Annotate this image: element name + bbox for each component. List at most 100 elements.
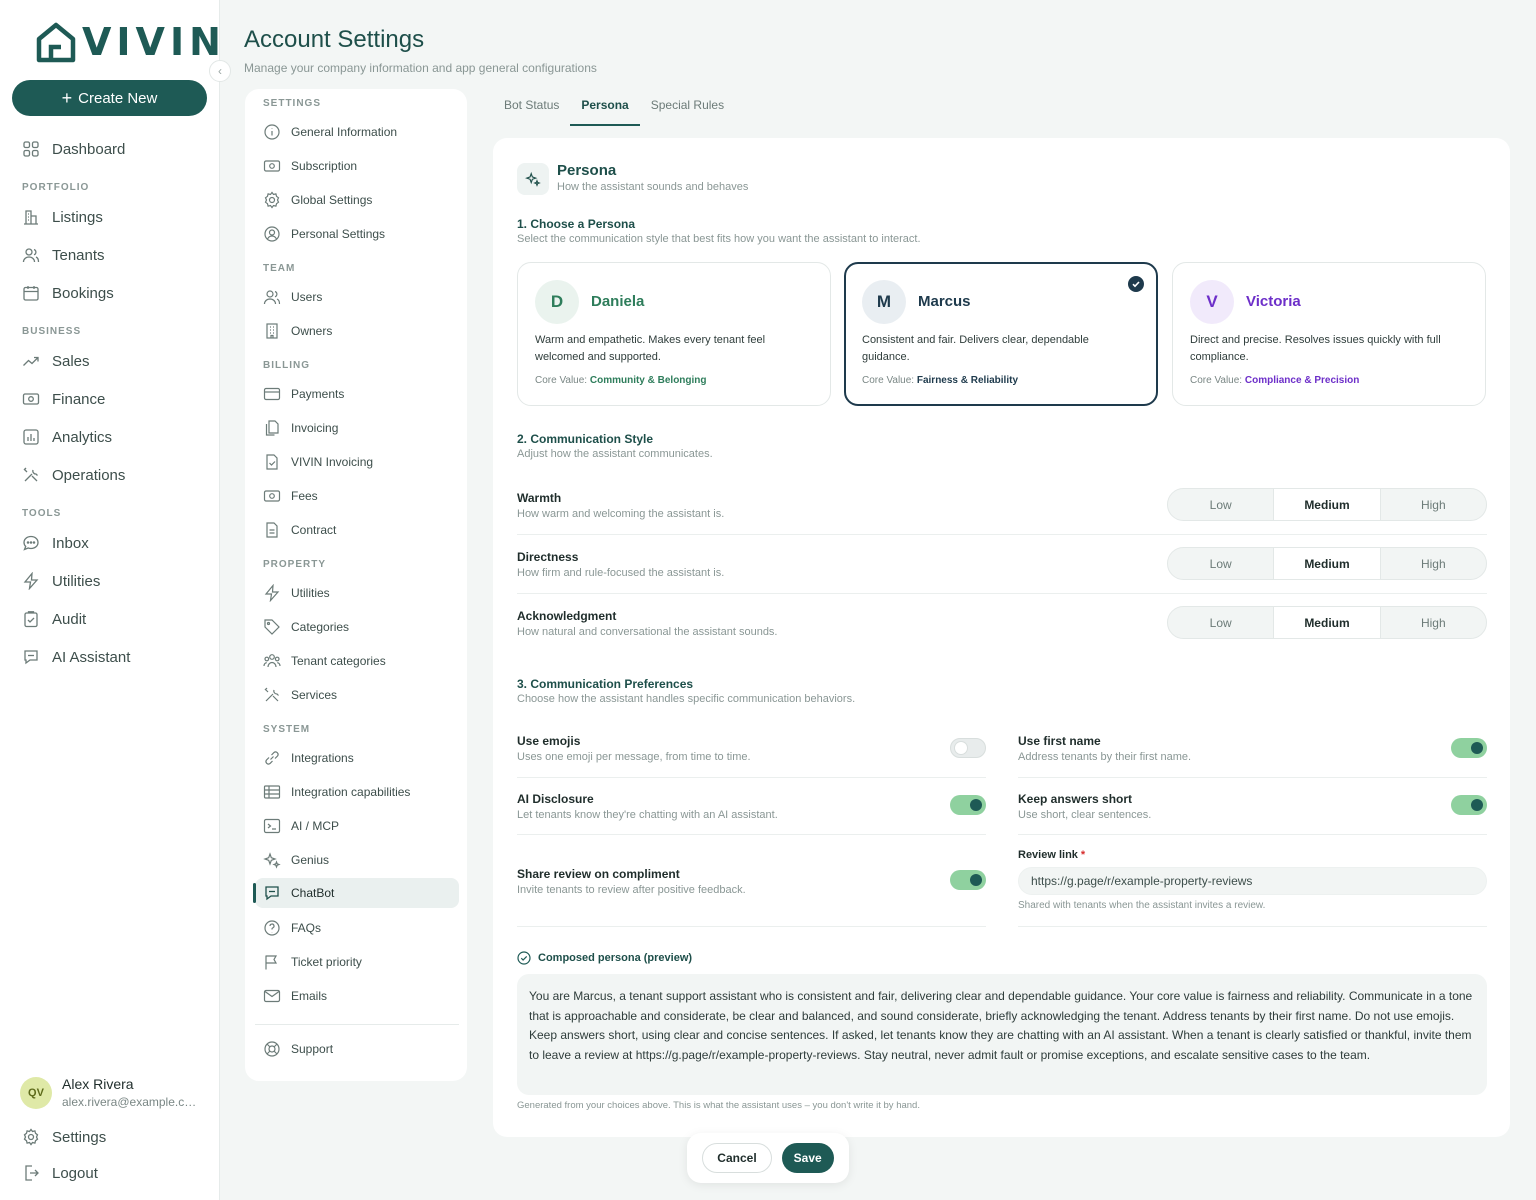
cancel-button[interactable]: Cancel [702,1143,772,1173]
nav-ai-assistant[interactable]: AI Assistant [22,643,202,671]
users-icon [263,290,281,305]
required-marker: * [1080,849,1086,861]
settings-item-faqs[interactable]: FAQs [263,913,459,943]
acknowledgment-option-high[interactable]: High [1379,607,1486,638]
directness-option-low[interactable]: Low [1168,548,1273,579]
collapse-sidebar-button[interactable]: ‹ [209,60,231,82]
directness-option-medium[interactable]: Medium [1273,548,1380,579]
ai-disclosure-toggle[interactable] [950,795,986,815]
settings-item-ai-mcp[interactable]: AI / MCP [263,811,459,841]
settings-item-categories[interactable]: Categories [263,612,459,642]
nav-operations[interactable]: Operations [22,461,202,489]
user-group-icon [263,654,281,668]
use-first-name-toggle[interactable] [1451,738,1487,758]
nav-label: AI Assistant [52,648,131,666]
gear-icon [264,191,280,209]
warmth-segmented-control: Low Medium High [1167,488,1487,521]
nav-dashboard[interactable]: Dashboard [22,135,202,163]
settings-item-integration-capabilities[interactable]: Integration capabilities [263,777,459,807]
nav-label: Bookings [52,284,114,302]
settings-item-vivin-invoicing[interactable]: VIVIN Invoicing [263,447,459,477]
building-chart-icon [24,210,38,225]
settings-item-global-settings[interactable]: Global Settings [263,185,459,215]
review-link-label-text: Review link [1018,849,1078,861]
chat-bot-icon [265,886,279,901]
tab-persona[interactable]: Persona [570,90,640,126]
nav-bookings[interactable]: Bookings [22,279,202,307]
tab-bot-status[interactable]: Bot Status [493,90,570,126]
ai-disclosure-subtitle: Let tenants know they're chatting with a… [517,809,778,821]
acknowledgment-option-medium[interactable]: Medium [1273,607,1380,638]
nav-label: Finance [52,390,106,408]
directness-option-high[interactable]: High [1379,548,1486,579]
settings-item-invoicing[interactable]: Invoicing [263,413,459,443]
composed-persona-preview: You are Marcus, a tenant support assista… [517,974,1487,1095]
tools-icon [23,467,38,482]
persona-option-victoria[interactable]: V Victoria Direct and precise. Resolves … [1172,262,1486,406]
settings-item-label: ChatBot [291,886,335,900]
settings-item-payments[interactable]: Payments [263,379,459,409]
create-new-button[interactable]: + Create New [12,80,207,116]
house-logo-icon [36,21,76,63]
keep-answers-short-toggle[interactable] [1451,795,1487,815]
directness-segmented-control: Low Medium High [1167,547,1487,580]
settings-item-contract[interactable]: Contract [263,515,459,545]
settings-item-label: Emails [291,989,328,1003]
nav-settings[interactable]: Settings [22,1123,202,1151]
settings-item-ticket-priority[interactable]: Ticket priority [263,947,459,977]
settings-item-tenant-categories[interactable]: Tenant categories [263,646,459,676]
warmth-option-medium[interactable]: Medium [1273,489,1380,520]
settings-item-owners[interactable]: Owners [263,316,459,346]
settings-item-general-information[interactable]: General Information [263,117,459,147]
nav-sales[interactable]: Sales [22,347,202,375]
share-review-toggle[interactable] [950,870,986,890]
persona-option-marcus[interactable]: M Marcus Consistent and fair. Delivers c… [844,262,1158,406]
nav-label: Sales [52,352,90,370]
warmth-option-low[interactable]: Low [1168,489,1273,520]
acknowledgment-option-low[interactable]: Low [1168,607,1273,638]
chevron-left-icon: ‹ [218,64,222,78]
nav-label: Dashboard [52,140,126,158]
clipboard-check-icon [24,611,38,628]
communication-style-subtitle: Adjust how the assistant communicates. [517,448,713,460]
nav-listings[interactable]: Listings [22,203,202,231]
tab-special-rules[interactable]: Special Rules [640,90,735,126]
settings-item-services[interactable]: Services [263,680,459,710]
nav-analytics[interactable]: Analytics [22,423,202,451]
persona-core-value: Core Value: Compliance & Precision [1190,375,1359,386]
settings-item-support[interactable]: Support [263,1034,459,1064]
warmth-subtitle: How warm and welcoming the assistant is. [517,508,725,520]
user-profile[interactable]: QV Alex Rivera alex.rivera@example.com [20,1076,197,1109]
settings-item-subscription[interactable]: Subscription [263,151,459,181]
settings-item-emails[interactable]: Emails [263,981,459,1011]
use-emojis-toggle[interactable] [950,738,986,758]
nav-label: Settings [52,1128,107,1146]
core-value-label: Core Value: [862,375,915,386]
avatar: QV [20,1076,52,1109]
nav-tenants[interactable]: Tenants [22,241,202,269]
nav-logout[interactable]: Logout [22,1159,202,1187]
settings-item-personal-settings[interactable]: Personal Settings [263,219,459,249]
nav-finance[interactable]: Finance [22,385,202,413]
nav-inbox[interactable]: Inbox [22,529,202,557]
nav-audit[interactable]: Audit [22,605,202,633]
save-button[interactable]: Save [781,1143,834,1173]
settings-item-utilities[interactable]: Utilities [263,578,459,608]
lightning-icon [264,584,280,602]
core-value: Compliance & Precision [1244,375,1360,386]
table-icon [263,785,281,799]
settings-item-integrations[interactable]: Integrations [263,743,459,773]
settings-item-label: General Information [291,125,398,139]
nav-utilities[interactable]: Utilities [22,567,202,595]
settings-item-chatbot[interactable]: ChatBot [253,878,459,908]
settings-item-genius[interactable]: Genius [263,845,459,875]
settings-item-fees[interactable]: Fees [263,481,459,511]
persona-core-value: Core Value: Community & Belonging [535,375,707,386]
persona-option-daniela[interactable]: D Daniela Warm and empathetic. Makes eve… [517,262,831,406]
settings-item-users[interactable]: Users [263,282,459,312]
warmth-option-high[interactable]: High [1379,489,1486,520]
review-link-input[interactable]: https://g.page/r/example-property-review… [1018,867,1487,895]
use-first-name-title: Use first name [1018,734,1101,748]
page-subtitle: Manage your company information and app … [244,61,597,75]
vivin-logo[interactable]: VIVIN [36,20,226,64]
